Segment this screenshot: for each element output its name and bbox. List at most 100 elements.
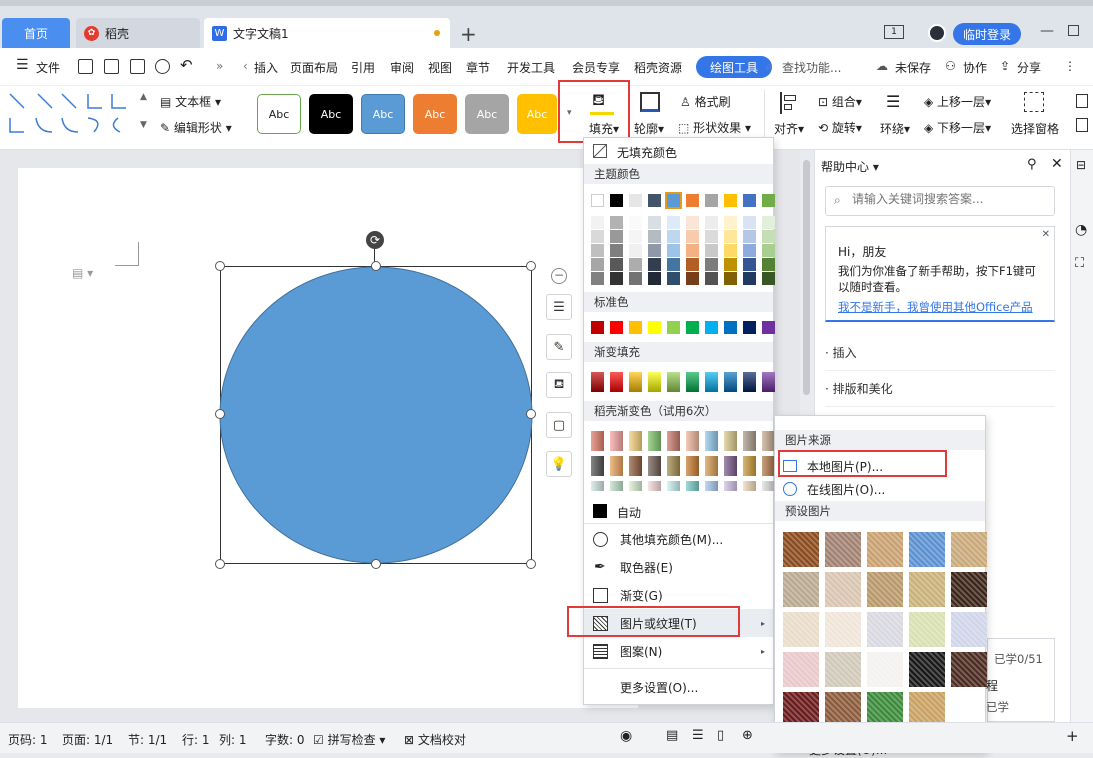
theme-color-shade-swatch[interactable] (667, 258, 680, 271)
docer-gradient-swatch[interactable] (743, 456, 756, 476)
print-icon[interactable] (130, 59, 145, 74)
save-icon[interactable] (78, 59, 93, 74)
gradient-item[interactable]: 渐变(G) (584, 581, 773, 609)
theme-color-shade-swatch[interactable] (629, 258, 642, 271)
fill-button[interactable]: 填充▾ (589, 120, 619, 137)
gradient-fill-swatch[interactable] (762, 372, 775, 392)
menu-page-layout[interactable]: 页面布局 (290, 59, 338, 76)
docer-gradient-swatch[interactable] (591, 481, 604, 491)
window-layout-icon[interactable]: 1 (884, 25, 904, 39)
send-backward-button[interactable]: ◈ 下移一层▾ (924, 119, 991, 136)
not-beginner-link[interactable]: 我不是新手，我曾使用其他Office产品 (838, 299, 1033, 315)
gradient-fill-swatch[interactable] (724, 372, 737, 392)
theme-color-shade-swatch[interactable] (686, 258, 699, 271)
theme-color-shade-swatch[interactable] (610, 244, 623, 257)
welcome-close-icon[interactable]: ✕ (1042, 229, 1050, 240)
minimize-icon[interactable]: — (1040, 23, 1054, 39)
preset-texture-swatch[interactable] (783, 612, 819, 647)
shape-style-6[interactable]: Abc (517, 94, 557, 134)
theme-color-shade-swatch[interactable] (724, 258, 737, 271)
avatar[interactable] (928, 24, 946, 42)
theme-color-shade-swatch[interactable] (705, 258, 718, 271)
theme-color-shade-swatch[interactable] (591, 244, 604, 257)
eye-protect-icon[interactable]: ◉ (620, 728, 632, 744)
help-topic-insert[interactable]: · 插入 (825, 344, 857, 361)
shape-style-5[interactable]: Abc (465, 94, 509, 134)
preset-texture-swatch[interactable] (867, 532, 903, 567)
docer-gradient-swatch[interactable] (743, 481, 756, 491)
preset-texture-swatch[interactable] (783, 532, 819, 567)
menu-member[interactable]: 会员专享 (572, 59, 620, 76)
preset-texture-swatch[interactable] (909, 532, 945, 567)
ribbon-extra-icon[interactable] (1076, 94, 1088, 108)
docer-gradient-swatch[interactable] (705, 431, 718, 451)
preset-texture-swatch[interactable] (951, 652, 987, 687)
export-pdf-icon[interactable] (104, 59, 119, 74)
gallery-scroll-up-icon[interactable]: ▲ (140, 92, 147, 102)
theme-color-swatch[interactable] (686, 194, 699, 207)
docer-gradient-swatch[interactable] (648, 456, 661, 476)
shape-style-1[interactable]: Abc (257, 94, 301, 134)
theme-color-shade-swatch[interactable] (610, 258, 623, 271)
outline-button[interactable]: 轮廓▾ (634, 120, 664, 137)
theme-color-shade-swatch[interactable] (591, 258, 604, 271)
auto-color-item[interactable]: 自动 (617, 504, 641, 521)
docer-gradient-swatch[interactable] (629, 481, 642, 491)
theme-color-shade-swatch[interactable] (686, 244, 699, 257)
align-button[interactable]: 对齐▾ (774, 120, 804, 137)
status-words[interactable]: 字数: 0 (265, 731, 305, 748)
no-fill-item[interactable]: 无填充颜色 (617, 144, 677, 161)
gradient-fill-swatch[interactable] (648, 372, 661, 392)
theme-color-shade-swatch[interactable] (705, 230, 718, 243)
new-tab-plus-icon[interactable]: + (460, 22, 477, 46)
theme-color-shade-swatch[interactable] (705, 216, 718, 229)
menu-chapter[interactable]: 章节 (466, 59, 490, 76)
theme-color-swatch[interactable] (762, 194, 775, 207)
docer-gradient-swatch[interactable] (724, 481, 737, 491)
standard-color-swatch[interactable] (705, 321, 718, 334)
docer-gradient-swatch[interactable] (610, 431, 623, 451)
more-icon[interactable]: ⋮ (1064, 59, 1076, 73)
preset-texture-swatch[interactable] (909, 612, 945, 647)
page-view-icon[interactable]: ▤ (666, 728, 678, 743)
web-view-icon[interactable]: ⊕ (742, 728, 753, 743)
gradient-fill-swatch[interactable] (705, 372, 718, 392)
quick-outline-icon[interactable]: ▢ (546, 412, 572, 438)
status-pages[interactable]: 页面: 1/1 (62, 731, 113, 748)
theme-color-shade-swatch[interactable] (705, 272, 718, 285)
scroll-left-icon[interactable]: ‹ (243, 59, 248, 73)
preset-texture-swatch[interactable] (951, 532, 987, 567)
preset-texture-swatch[interactable] (783, 652, 819, 687)
theme-color-shade-swatch[interactable] (610, 216, 623, 229)
standard-color-swatch[interactable] (591, 321, 604, 334)
theme-color-shade-swatch[interactable] (686, 230, 699, 243)
shape-effect-button[interactable]: ⬚ 形状效果 ▾ (678, 119, 751, 136)
theme-color-swatch[interactable] (705, 194, 718, 207)
theme-color-shade-swatch[interactable] (686, 272, 699, 285)
theme-color-shade-swatch[interactable] (667, 230, 680, 243)
layout-options-icon[interactable]: ☰ (546, 294, 572, 320)
theme-color-shade-swatch[interactable] (667, 216, 680, 229)
theme-color-shade-swatch[interactable] (743, 244, 756, 257)
line-shapes-gallery[interactable] (8, 90, 148, 138)
pin-icon[interactable]: ⚲ (1027, 157, 1037, 172)
unsaved-status[interactable]: 未保存 (895, 59, 931, 76)
gradient-fill-swatch[interactable] (610, 372, 623, 392)
docer-gradient-swatch[interactable] (686, 431, 699, 451)
theme-color-shade-swatch[interactable] (743, 258, 756, 271)
theme-color-shade-swatch[interactable] (724, 272, 737, 285)
docer-gradient-swatch[interactable] (705, 456, 718, 476)
shape-style-2[interactable]: Abc (309, 94, 353, 134)
standard-color-swatch[interactable] (610, 321, 623, 334)
gradient-fill-swatch[interactable] (591, 372, 604, 392)
tab-document[interactable]: W 文字文稿1 (204, 18, 450, 48)
sidebar-tool-3-icon[interactable]: ⛶ (1075, 256, 1084, 271)
menu-insert[interactable]: 插入 (254, 59, 278, 76)
preset-texture-swatch[interactable] (825, 652, 861, 687)
resize-handle[interactable] (215, 559, 225, 569)
preset-texture-swatch[interactable] (825, 572, 861, 607)
theme-color-shade-swatch[interactable] (667, 272, 680, 285)
theme-color-swatch[interactable] (743, 194, 756, 207)
sidebar-tool-1-icon[interactable]: ⊟ (1076, 158, 1086, 172)
maximize-icon[interactable] (1068, 25, 1079, 36)
